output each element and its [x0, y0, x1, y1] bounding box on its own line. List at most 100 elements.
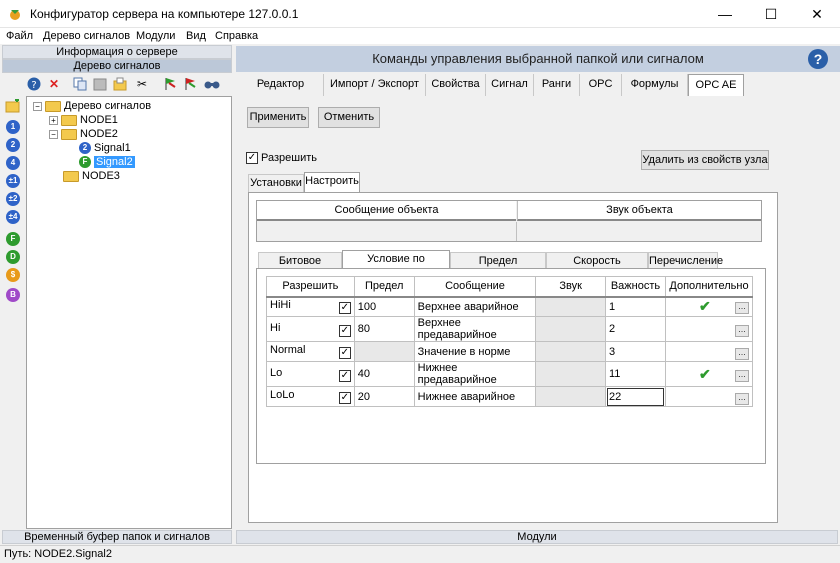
signal-type-bool-icon[interactable]: B	[6, 288, 20, 302]
extra-cell[interactable]: …	[664, 341, 754, 362]
tab-opc[interactable]: OPC	[580, 74, 622, 96]
signal-type-double-icon[interactable]: D	[6, 250, 20, 264]
tab-configure[interactable]: Настроить	[304, 172, 360, 192]
buffer-header[interactable]: Временный буфер папок и сигналов	[2, 530, 232, 544]
row-enable-checkbox[interactable]: ✓	[338, 392, 351, 404]
tab-address-editor[interactable]: Редактор адреса	[238, 74, 324, 110]
cancel-button[interactable]: Отменить	[318, 107, 380, 128]
cut-icon[interactable]: ✂	[134, 76, 150, 92]
signal-type-signed1-icon[interactable]: ±1	[6, 174, 20, 188]
modules-header[interactable]: Модули	[236, 530, 838, 544]
limit-cell[interactable]: 80	[353, 316, 415, 342]
menu-signal-tree[interactable]: Дерево сигналов	[43, 30, 130, 42]
remove-flag-icon[interactable]	[182, 76, 198, 92]
tree-node1[interactable]: + NODE1	[49, 114, 118, 126]
limit-cell[interactable]: 20	[353, 386, 415, 407]
signal-type-float-icon[interactable]: F	[6, 232, 20, 246]
tree-signal2[interactable]: F Signal2	[79, 156, 135, 168]
paste-disabled-icon[interactable]	[92, 76, 108, 92]
tab-signal[interactable]: Сигнал	[486, 74, 534, 96]
message-cell[interactable]: Верхнее предаварийное	[413, 316, 537, 342]
tab-opc-ae[interactable]: OPC AE	[688, 74, 744, 96]
delete-from-node-button[interactable]: Удалить из свойств узла	[641, 150, 769, 170]
signal-type-signed4-icon[interactable]: ±4	[6, 210, 20, 224]
tab-limit-condition[interactable]: Условие по пределам	[342, 250, 450, 281]
menu-modules[interactable]: Модули	[136, 30, 175, 42]
sound-cell[interactable]	[535, 316, 606, 342]
signal-type-string-icon[interactable]: $	[6, 268, 20, 282]
maximize-button[interactable]: ☐	[748, 0, 794, 28]
row-enable-checkbox[interactable]: ✓	[338, 347, 351, 359]
enable-checkbox-row[interactable]: ✓ Разрешить	[246, 152, 317, 164]
ellipsis-button[interactable]: …	[735, 302, 749, 315]
row-enable-cell[interactable]: LoLo ✓	[266, 386, 355, 407]
ellipsis-button[interactable]: …	[735, 392, 749, 405]
ellipsis-button[interactable]: …	[735, 325, 749, 337]
tree-root[interactable]: − Дерево сигналов	[33, 100, 151, 112]
extra-cell[interactable]: ✔…	[664, 296, 754, 317]
sound-cell[interactable]	[535, 341, 606, 362]
sound-cell[interactable]	[535, 361, 606, 387]
collapse-icon[interactable]: −	[49, 129, 58, 139]
tab-formulas[interactable]: Формулы	[622, 74, 688, 96]
add-flag-icon[interactable]	[162, 76, 178, 92]
tab-settings[interactable]: Установки	[248, 174, 304, 192]
tab-properties[interactable]: Свойства	[426, 74, 486, 96]
copy-icon[interactable]	[72, 76, 88, 92]
find-icon[interactable]	[204, 76, 220, 92]
signal-type-4-icon[interactable]: 4	[6, 156, 20, 170]
limit-cell[interactable]: 100	[353, 296, 415, 317]
table-row[interactable]: Lo ✓ 40 Нижнее предаварийное 11 ✔…	[266, 361, 754, 387]
expand-icon[interactable]: +	[49, 115, 58, 125]
delete-icon[interactable]: ✕	[46, 76, 62, 92]
priority-cell[interactable]: 1	[605, 296, 666, 317]
signal-tree-header[interactable]: Дерево сигналов	[2, 59, 232, 73]
signal-type-1-icon[interactable]: 1	[6, 120, 20, 134]
menu-view[interactable]: Вид	[186, 30, 206, 42]
row-enable-cell[interactable]: Hi ✓	[266, 316, 355, 342]
tab-import-export[interactable]: Импорт / Экспорт	[324, 74, 426, 96]
message-cell[interactable]: Верхнее аварийное	[413, 296, 537, 317]
tab-ranks[interactable]: Ранги	[534, 74, 580, 96]
collapse-icon[interactable]: −	[33, 101, 42, 111]
menu-help[interactable]: Справка	[215, 30, 258, 42]
table-row[interactable]: HiHi ✓ 100 Верхнее аварийное 1 ✔…	[266, 296, 754, 317]
row-enable-checkbox[interactable]: ✓	[338, 302, 351, 315]
tree-node2[interactable]: − NODE2	[49, 128, 118, 140]
minimize-button[interactable]: —	[702, 0, 748, 28]
row-enable-cell[interactable]: Lo ✓	[266, 361, 355, 387]
signal-type-2-icon[interactable]: 2	[6, 138, 20, 152]
menu-file[interactable]: Файл	[6, 30, 33, 42]
apply-button[interactable]: Применить	[247, 107, 309, 128]
extra-cell[interactable]: ✔…	[664, 361, 754, 387]
tree-signal1[interactable]: 2 Signal1	[79, 142, 131, 154]
server-info-header[interactable]: Информация о сервере	[2, 45, 232, 59]
message-cell[interactable]: Значение в норме	[413, 341, 537, 362]
extra-cell[interactable]: …	[664, 316, 754, 342]
ellipsis-button[interactable]: …	[735, 347, 749, 360]
add-folder-icon[interactable]	[5, 98, 21, 113]
priority-cell[interactable]: 11	[605, 361, 666, 387]
extra-cell[interactable]: …	[664, 386, 754, 407]
ellipsis-button[interactable]: …	[735, 369, 749, 382]
tree-node3[interactable]: NODE3	[63, 170, 120, 182]
table-row[interactable]: Hi ✓ 80 Верхнее предаварийное 2 …	[266, 316, 754, 342]
row-enable-checkbox[interactable]: ✓	[338, 324, 351, 337]
table-row[interactable]: LoLo ✓ 20 Нижнее аварийное 22 …	[266, 386, 754, 407]
limit-cell[interactable]: 40	[353, 361, 415, 387]
help-icon[interactable]: ?	[808, 49, 828, 69]
table-row[interactable]: Normal ✓ Значение в норме 3 …	[266, 341, 754, 362]
priority-cell-editing[interactable]: 22	[605, 386, 666, 407]
row-enable-checkbox[interactable]: ✓	[338, 369, 351, 382]
enable-checkbox[interactable]: ✓	[246, 152, 258, 164]
close-button[interactable]: ✕	[794, 0, 840, 28]
sound-cell[interactable]	[535, 386, 606, 407]
help-icon[interactable]: ?	[26, 76, 42, 92]
priority-cell[interactable]: 2	[605, 316, 666, 342]
priority-cell[interactable]: 3	[605, 341, 666, 362]
message-cell[interactable]: Нижнее предаварийное	[413, 361, 537, 387]
sound-cell[interactable]	[535, 296, 606, 317]
row-enable-cell[interactable]: Normal ✓	[266, 341, 355, 362]
signal-type-signed2-icon[interactable]: ±2	[6, 192, 20, 206]
paste-folder-icon[interactable]	[112, 76, 128, 92]
